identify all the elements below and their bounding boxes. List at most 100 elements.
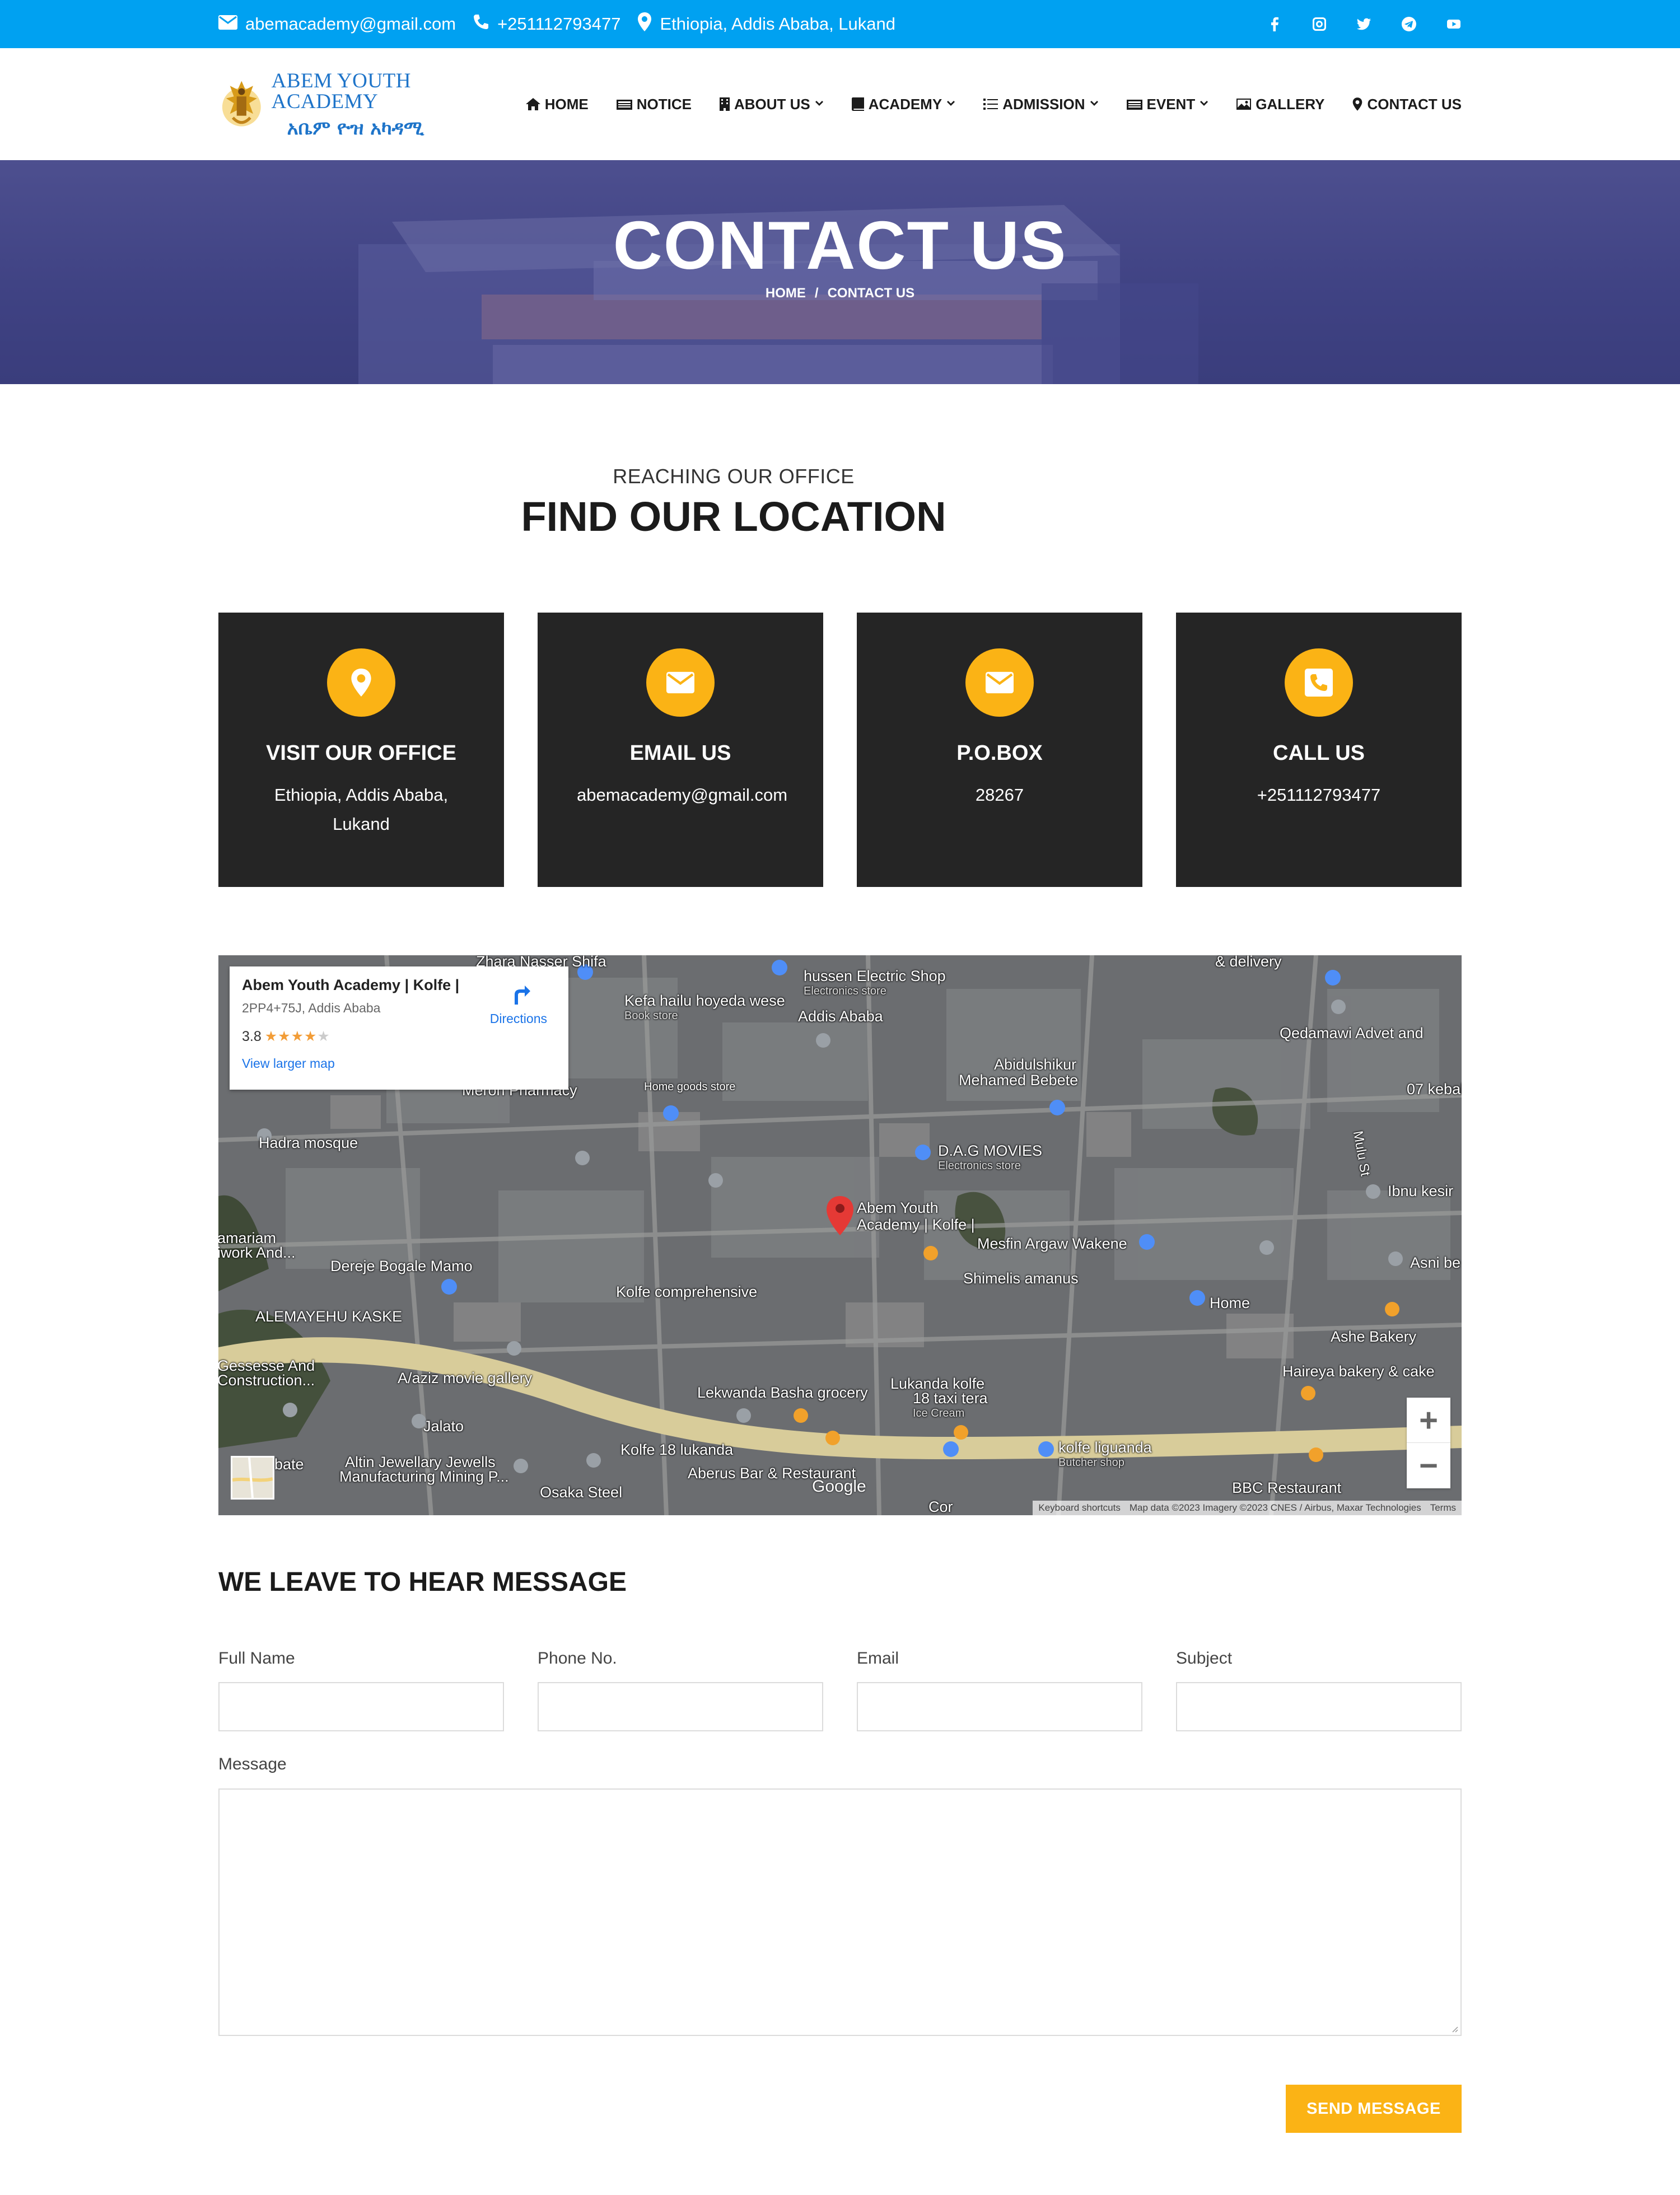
directions-icon	[514, 986, 530, 1005]
location-map[interactable]: Zhara Nasser Shifa hussen Electric Shop E…	[218, 955, 1462, 1515]
nav-item-gallery[interactable]: GALLERY	[1236, 96, 1324, 113]
topbar-phone[interactable]: +251112793477	[473, 13, 620, 35]
keyboard-shortcuts-link[interactable]: Keyboard shortcuts	[1038, 1502, 1120, 1514]
instagram-icon[interactable]	[1312, 16, 1327, 32]
terms-link[interactable]: Terms	[1430, 1502, 1456, 1514]
nav-label: ABOUT US	[734, 95, 810, 113]
map-label-subtext: Electronics store	[938, 1160, 1021, 1172]
nav-item-event[interactable]: EVENT	[1126, 95, 1209, 113]
card-po-box: P.O.BOX 28267	[857, 613, 1142, 887]
map-label: Hadra mosque	[259, 1134, 358, 1151]
envelope-icon	[218, 14, 237, 34]
view-larger-map-link[interactable]: View larger map	[242, 1056, 556, 1071]
map-type-toggle[interactable]	[231, 1456, 274, 1500]
nav-item-home[interactable]: HOME	[525, 96, 589, 113]
nav-item-admission[interactable]: ADMISSION	[983, 96, 1098, 113]
envelope-icon	[666, 671, 694, 694]
map-marker-icon	[637, 12, 652, 36]
nav-label: ACADEMY	[868, 95, 942, 113]
top-bar: abemacademy@gmail.com +251112793477 Ethi…	[0, 0, 1680, 48]
map-label: Osaka Steel	[540, 1484, 623, 1501]
map-label: A/aziz movie gallery	[398, 1370, 533, 1386]
card-title: EMAIL US	[629, 741, 731, 765]
map-label: 18 taxi tera Ice Cream	[913, 1390, 988, 1420]
telegram-icon[interactable]	[1401, 16, 1417, 32]
message-textarea[interactable]	[218, 1788, 1462, 2036]
page-title: CONTACT US	[613, 207, 1067, 283]
breadcrumb-home[interactable]: HOME	[766, 286, 806, 301]
facebook-icon[interactable]	[1267, 16, 1282, 32]
send-message-button[interactable]: SEND MESSAGE	[1286, 2085, 1462, 2133]
map-label: bate	[274, 1456, 304, 1473]
section-title: FIND OUR LOCATION	[521, 493, 946, 540]
map-label-text: hussen Electric Shop	[804, 968, 946, 984]
map-label: Cor	[928, 1498, 953, 1515]
map-label: Asni be	[1410, 1254, 1461, 1271]
card-icon-circle	[965, 648, 1034, 717]
card-icon-circle	[646, 648, 715, 717]
phone-input[interactable]	[538, 1682, 823, 1731]
card-text[interactable]: abemacademy@gmail.com	[577, 781, 787, 810]
map-label-subtext: Butcher shop	[1058, 1456, 1124, 1469]
nav-item-about-us[interactable]: ABOUT US	[719, 95, 824, 113]
full-name-input[interactable]	[218, 1682, 504, 1731]
zoom-in-button[interactable]: +	[1407, 1398, 1450, 1443]
topbar-email-text: abemacademy@gmail.com	[245, 14, 456, 34]
map-label: kolfe liguanda Butcher shop	[1058, 1439, 1152, 1469]
map-label: iwork And...	[218, 1244, 296, 1261]
book-icon	[851, 97, 864, 111]
map-label: Mesfin Argaw Wakene	[977, 1235, 1127, 1252]
map-label: D.A.G MOVIES Electronics store	[938, 1142, 1042, 1173]
phone-icon	[473, 13, 489, 35]
map-label: Kolfe 18 lukanda	[620, 1441, 734, 1458]
map-label-text: Kefa hailu hoyeda wese	[624, 992, 785, 1009]
nav-label: EVENT	[1146, 95, 1196, 113]
chevron-down-icon	[1200, 101, 1208, 106]
map-label: Mehamed Bebete	[959, 1072, 1079, 1089]
logo-amharic-text: አቤም ዮዝ አካዳሚ	[287, 117, 424, 139]
map-label: hussen Electric Shop Electronics store	[804, 968, 946, 998]
email-label: Email	[857, 1649, 899, 1668]
resize-handle-icon[interactable]	[1450, 2025, 1458, 2033]
site-header: ABEM YOUTH ACADEMY አቤም ዮዝ አካዳሚ HOME NOTI…	[0, 48, 1680, 160]
map-label: & delivery	[1215, 955, 1282, 970]
social-links	[1267, 0, 1462, 48]
map-zoom-controls: + −	[1407, 1398, 1450, 1488]
image-icon	[1236, 99, 1252, 110]
main-navigation: HOME NOTICE ABOUT US ACADEMY ADMISSION E…	[525, 48, 1462, 160]
logo-english-text: ABEM YOUTH ACADEMY	[271, 69, 411, 113]
twitter-icon[interactable]	[1356, 16, 1372, 32]
map-attribution: Keyboard shortcuts Map data ©2023 Imager…	[1033, 1501, 1462, 1515]
nav-item-contact-us[interactable]: CONTACT US	[1352, 96, 1462, 113]
map-label: Manufacturing Mining P...	[339, 1468, 509, 1485]
form-title: WE LEAVE TO HEAR MESSAGE	[218, 1567, 627, 1597]
topbar-email[interactable]: abemacademy@gmail.com	[218, 14, 456, 34]
map-rating-value: 3.8	[242, 1029, 262, 1044]
zoom-out-button[interactable]: −	[1407, 1443, 1450, 1488]
list-icon	[983, 99, 998, 110]
chevron-down-icon	[947, 101, 955, 106]
card-text[interactable]: +251112793477	[1215, 781, 1422, 810]
map-label: Home	[1210, 1295, 1250, 1311]
contact-info-cards: VISIT OUR OFFICE Ethiopia, Addis Ababa, …	[218, 613, 1462, 887]
star-rating-icon: ★★★★	[264, 1029, 318, 1044]
map-label: Kefa hailu hoyeda wese Book store	[624, 992, 785, 1022]
nav-item-notice[interactable]: NOTICE	[616, 96, 692, 113]
map-label: Kolfe comprehensive	[616, 1283, 758, 1300]
map-data-credit: Map data ©2023 Imagery ©2023 CNES / Airb…	[1129, 1502, 1421, 1513]
map-label: Shimelis amanus	[963, 1270, 1079, 1287]
breadcrumb-current: CONTACT US	[827, 286, 915, 301]
phone-label: Phone No.	[538, 1649, 617, 1668]
site-logo[interactable]: ABEM YOUTH ACADEMY አቤም ዮዝ አካዳሚ	[218, 71, 487, 138]
directions-button[interactable]: Directions	[490, 980, 547, 1026]
nav-label: CONTACT US	[1367, 95, 1462, 113]
youtube-icon[interactable]	[1446, 16, 1462, 32]
map-marker-icon	[1353, 97, 1362, 111]
nav-item-academy[interactable]: ACADEMY	[851, 95, 955, 113]
email-input[interactable]	[857, 1682, 1142, 1731]
card-icon-circle	[327, 648, 395, 717]
subject-input[interactable]	[1176, 1682, 1462, 1731]
map-label-subtext: Book store	[624, 1010, 678, 1022]
card-title: VISIT OUR OFFICE	[266, 741, 456, 765]
map-label: BBC Restaurant	[1232, 1479, 1342, 1496]
